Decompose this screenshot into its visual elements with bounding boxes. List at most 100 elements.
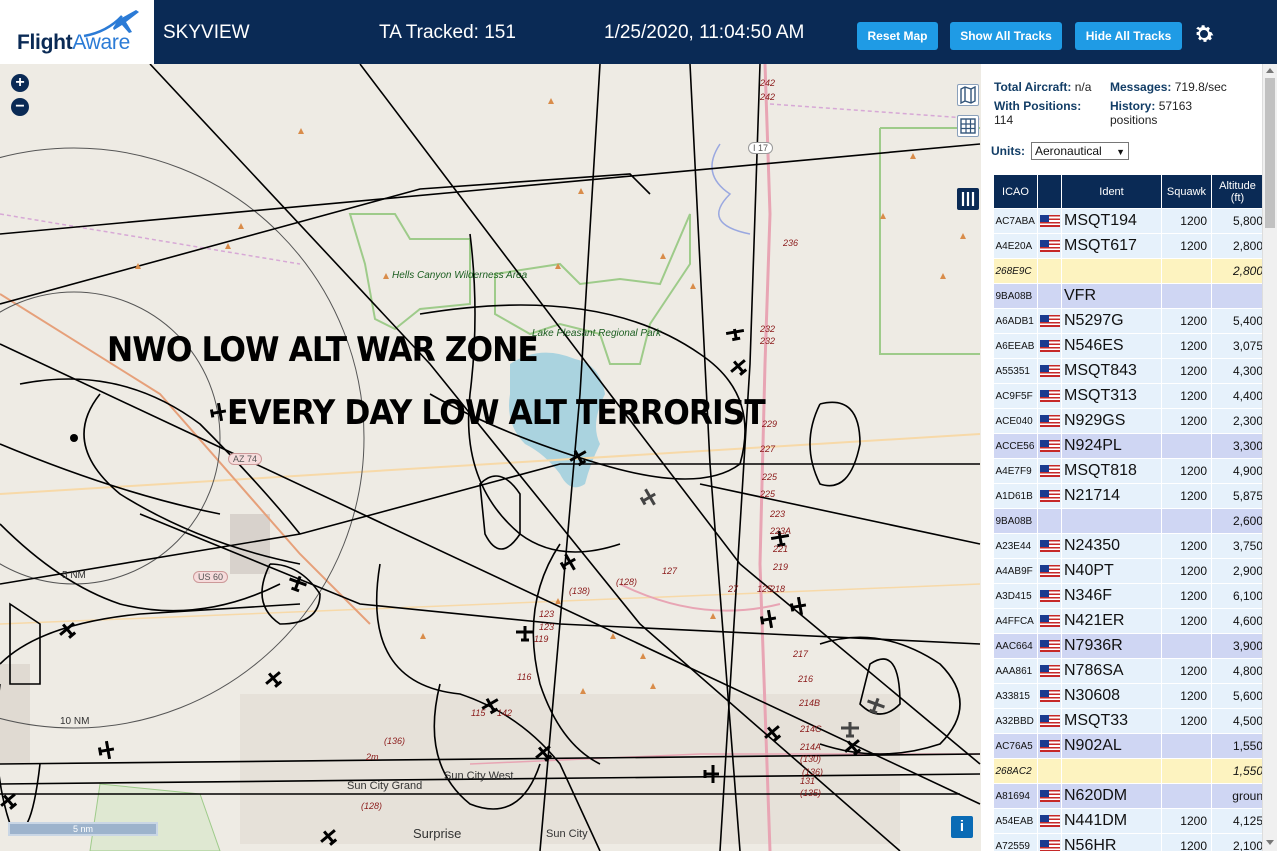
ident-cell: N24350 (1061, 533, 1162, 559)
flag-cell (1037, 208, 1062, 234)
squawk-cell: 1200 (1161, 683, 1212, 709)
map-canvas[interactable] (0, 64, 981, 851)
us-flag-icon (1039, 664, 1060, 677)
table-row[interactable]: A3D415 N346F 1200 6,100 (993, 583, 1264, 609)
table-row[interactable]: A54EAB N441DM 1200 4,125 (993, 808, 1264, 834)
icao-cell: 9BA08B (993, 508, 1038, 534)
road-exit-label: 125 (757, 584, 773, 594)
sidebar-scrollbar[interactable] (1262, 64, 1277, 851)
tracked-count: TA Tracked: 151 (379, 22, 516, 43)
icao-cell: A6EEAB (993, 333, 1038, 359)
column-header-squawk[interactable]: Squawk (1161, 174, 1212, 209)
road-exit-label: 216 (798, 674, 814, 684)
table-row[interactable]: A6ADB1 N5297G 1200 5,400 (993, 308, 1264, 334)
table-row[interactable]: AC9F5F MSQT313 1200 4,400 (993, 383, 1264, 409)
us-flag-icon (1039, 814, 1060, 827)
table-row[interactable]: A23E44 N24350 1200 3,750 (993, 533, 1264, 559)
total-aircraft-label: Total Aircraft: (994, 80, 1072, 94)
logo-flight-text: Flight (17, 31, 73, 54)
table-row[interactable]: A1D61B N21714 1200 5,875 (993, 483, 1264, 509)
altitude-cell: 2,800 (1211, 258, 1264, 284)
altitude-cell: 2,900 (1211, 558, 1264, 584)
squawk-cell: 1200 (1161, 358, 1212, 384)
column-header-altitude[interactable]: Altitude (ft) (1211, 174, 1264, 209)
icao-cell: A72559 (993, 833, 1038, 851)
i17-shield: I 17 (748, 142, 774, 154)
table-row[interactable]: AAA861 N786SA 1200 4,800 (993, 658, 1264, 684)
squawk-cell: 1200 (1161, 658, 1212, 684)
table-row[interactable]: A4AB9F N40PT 1200 2,900 (993, 558, 1264, 584)
flag-cell (1037, 808, 1062, 834)
zoom-out-button[interactable]: − (11, 98, 29, 116)
icao-cell: A4AB9F (993, 558, 1038, 584)
table-row[interactable]: A4E20A MSQT617 1200 2,800 (993, 233, 1264, 259)
reset-map-button[interactable]: Reset Map (857, 22, 938, 50)
us-flag-icon (1039, 214, 1060, 227)
table-row[interactable]: A81694 N620DM groun (993, 783, 1264, 809)
ident-cell: N546ES (1061, 333, 1162, 359)
hide-all-tracks-button[interactable]: Hide All Tracks (1075, 22, 1182, 50)
icao-cell: AC76A5 (993, 733, 1038, 759)
table-row[interactable]: AC76A5 N902AL 1,550 (993, 733, 1264, 759)
flag-cell (1037, 508, 1062, 534)
scrollbar-thumb[interactable] (1265, 78, 1275, 228)
table-row[interactable]: A4FFCA N421ER 1200 4,600 (993, 608, 1264, 634)
altitude-cell: 4,400 (1211, 383, 1264, 409)
table-row[interactable]: 9BA08B 2,600 (993, 508, 1264, 534)
gear-icon[interactable] (1192, 22, 1216, 46)
road-exit-label: 221 (773, 544, 789, 554)
road-exit-label: 131 (800, 776, 816, 786)
zoom-in-button[interactable]: + (11, 74, 29, 92)
map-layers-button[interactable] (957, 84, 979, 106)
table-row[interactable]: AAC664 N7936R 3,900 (993, 633, 1264, 659)
road-exit-label: 115 (471, 708, 486, 718)
table-row[interactable]: A6EEAB N546ES 1200 3,075 (993, 333, 1264, 359)
column-header-flag[interactable] (1037, 174, 1062, 209)
az74-shield: AZ 74 (228, 453, 263, 465)
table-row[interactable]: AC7ABA MSQT194 1200 5,800 (993, 208, 1264, 234)
scroll-up-arrow[interactable] (1266, 68, 1274, 73)
table-row[interactable]: A4E7F9 MSQT818 1200 4,900 (993, 458, 1264, 484)
road-exit-label: 219 (773, 562, 789, 572)
squawk-cell (1161, 758, 1212, 784)
ident-cell: MSQT843 (1061, 358, 1162, 384)
table-row[interactable]: A33815 N30608 1200 5,600 (993, 683, 1264, 709)
show-all-tracks-button[interactable]: Show All Tracks (950, 22, 1062, 50)
table-row[interactable]: A72559 N56HR 1200 2,100 (993, 833, 1264, 851)
units-select[interactable]: Aeronautical (1031, 142, 1129, 160)
table-row[interactable]: 268AC2 1,550 (993, 758, 1264, 784)
ident-cell: MSQT818 (1061, 458, 1162, 484)
total-aircraft-value: n/a (1074, 80, 1092, 94)
us-flag-icon (1039, 389, 1060, 402)
map-grid-button[interactable] (957, 115, 979, 137)
table-row[interactable]: 268E9C 2,800 (993, 258, 1264, 284)
ident-cell: N421ER (1061, 608, 1162, 634)
table-row[interactable]: A32BBD MSQT33 1200 4,500 (993, 708, 1264, 734)
flightaware-logo[interactable]: FlightAware (0, 0, 157, 64)
table-row[interactable]: ACCE56 N924PL 3,300 (993, 433, 1264, 459)
positions-value: 114 (994, 113, 1014, 127)
flag-cell (1037, 483, 1062, 509)
icao-cell: AAC664 (993, 633, 1038, 659)
us-flag-icon (1039, 614, 1060, 627)
scroll-down-arrow[interactable] (1266, 840, 1274, 845)
info-button[interactable]: i (951, 816, 973, 838)
toggle-sidebar-button[interactable] (957, 188, 979, 210)
ident-cell: N924PL (1061, 433, 1162, 459)
column-header-icao[interactable]: ICAO (993, 174, 1038, 209)
map-view[interactable]: + − Hells Canyon Wilderness Area Lake Pl… (0, 64, 981, 851)
columns-icon (961, 192, 975, 206)
ident-cell: MSQT33 (1061, 708, 1162, 734)
table-row[interactable]: 9BA08B VFR (993, 283, 1264, 309)
altitude-cell: 4,300 (1211, 358, 1264, 384)
flag-cell (1037, 583, 1062, 609)
column-header-ident[interactable]: Ident (1061, 174, 1162, 209)
us-flag-icon (1039, 589, 1060, 602)
altitude-cell: 5,875 (1211, 483, 1264, 509)
table-row[interactable]: A55351 MSQT843 1200 4,300 (993, 358, 1264, 384)
table-row[interactable]: ACE040 N929GS 1200 2,300 (993, 408, 1264, 434)
road-exit-label: 242 (760, 92, 776, 102)
icao-cell: A81694 (993, 783, 1038, 809)
flag-cell (1037, 533, 1062, 559)
altitude-cell: 4,900 (1211, 458, 1264, 484)
